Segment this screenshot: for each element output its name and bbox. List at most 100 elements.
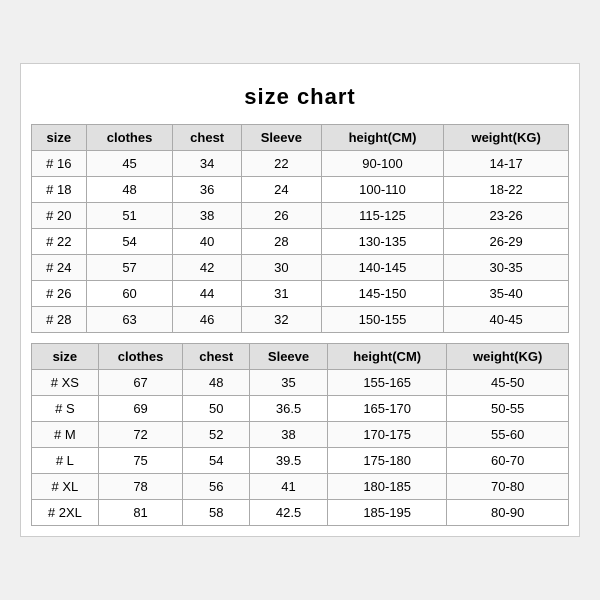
table1-header: sizeclotheschestSleeveheight(CM)weight(K… bbox=[32, 125, 569, 151]
table-row: # 22544028130-13526-29 bbox=[32, 229, 569, 255]
column-header: chest bbox=[173, 125, 241, 151]
table-row: # 20513826115-12523-26 bbox=[32, 203, 569, 229]
table-cell: 56 bbox=[183, 474, 250, 500]
column-header: height(CM) bbox=[328, 344, 447, 370]
table-cell: # 16 bbox=[32, 151, 87, 177]
table-cell: 46 bbox=[173, 307, 241, 333]
table-row: # 2XL815842.5185-19580-90 bbox=[32, 500, 569, 526]
table-cell: 38 bbox=[250, 422, 328, 448]
table-cell: 170-175 bbox=[328, 422, 447, 448]
table-cell: 36.5 bbox=[250, 396, 328, 422]
table-cell: 80-90 bbox=[447, 500, 569, 526]
table-row: # 26604431145-15035-40 bbox=[32, 281, 569, 307]
table-cell: # M bbox=[32, 422, 99, 448]
table-cell: 70-80 bbox=[447, 474, 569, 500]
column-header: clothes bbox=[86, 125, 173, 151]
table-cell: 44 bbox=[173, 281, 241, 307]
table-cell: 145-150 bbox=[321, 281, 443, 307]
column-header: Sleeve bbox=[241, 125, 321, 151]
table-row: # XL785641180-18570-80 bbox=[32, 474, 569, 500]
table-cell: 35 bbox=[250, 370, 328, 396]
table-cell: 54 bbox=[183, 448, 250, 474]
table-cell: 42.5 bbox=[250, 500, 328, 526]
table-cell: # XL bbox=[32, 474, 99, 500]
table-cell: 14-17 bbox=[444, 151, 569, 177]
table-cell: 26 bbox=[241, 203, 321, 229]
column-header: weight(KG) bbox=[447, 344, 569, 370]
table-cell: 30-35 bbox=[444, 255, 569, 281]
table-cell: # 24 bbox=[32, 255, 87, 281]
table-cell: 24 bbox=[241, 177, 321, 203]
size-table-2: sizeclotheschestSleeveheight(CM)weight(K… bbox=[31, 343, 569, 526]
table-cell: 115-125 bbox=[321, 203, 443, 229]
table-cell: 48 bbox=[183, 370, 250, 396]
column-header: Sleeve bbox=[250, 344, 328, 370]
table-cell: # 28 bbox=[32, 307, 87, 333]
table-row: # 24574230140-14530-35 bbox=[32, 255, 569, 281]
table-row: # L755439.5175-18060-70 bbox=[32, 448, 569, 474]
table-cell: 50 bbox=[183, 396, 250, 422]
table-cell: 78 bbox=[98, 474, 183, 500]
table-cell: 51 bbox=[86, 203, 173, 229]
column-header: size bbox=[32, 125, 87, 151]
table-cell: 30 bbox=[241, 255, 321, 281]
table-cell: 130-135 bbox=[321, 229, 443, 255]
table-cell: 58 bbox=[183, 500, 250, 526]
table-cell: # XS bbox=[32, 370, 99, 396]
table-row: # S695036.5165-17050-55 bbox=[32, 396, 569, 422]
column-header: chest bbox=[183, 344, 250, 370]
table-cell: 175-180 bbox=[328, 448, 447, 474]
table-cell: 54 bbox=[86, 229, 173, 255]
table-row: # 28634632150-15540-45 bbox=[32, 307, 569, 333]
table-cell: 36 bbox=[173, 177, 241, 203]
table-cell: # 20 bbox=[32, 203, 87, 229]
table-cell: 23-26 bbox=[444, 203, 569, 229]
table-cell: 38 bbox=[173, 203, 241, 229]
column-header: height(CM) bbox=[321, 125, 443, 151]
size-table-1: sizeclotheschestSleeveheight(CM)weight(K… bbox=[31, 124, 569, 333]
table-cell: # 22 bbox=[32, 229, 87, 255]
table-cell: 34 bbox=[173, 151, 241, 177]
table-cell: 72 bbox=[98, 422, 183, 448]
table-cell: 67 bbox=[98, 370, 183, 396]
table-cell: 180-185 bbox=[328, 474, 447, 500]
table-cell: 90-100 bbox=[321, 151, 443, 177]
table-cell: 35-40 bbox=[444, 281, 569, 307]
table-cell: 150-155 bbox=[321, 307, 443, 333]
chart-title: size chart bbox=[31, 74, 569, 124]
table-cell: # 18 bbox=[32, 177, 87, 203]
table-cell: 32 bbox=[241, 307, 321, 333]
table-cell: 69 bbox=[98, 396, 183, 422]
table-cell: 40 bbox=[173, 229, 241, 255]
table-cell: # S bbox=[32, 396, 99, 422]
table-cell: # 26 bbox=[32, 281, 87, 307]
table-cell: 22 bbox=[241, 151, 321, 177]
table-cell: 41 bbox=[250, 474, 328, 500]
table-cell: 140-145 bbox=[321, 255, 443, 281]
table-cell: 57 bbox=[86, 255, 173, 281]
table-cell: 165-170 bbox=[328, 396, 447, 422]
table-cell: 55-60 bbox=[447, 422, 569, 448]
table-cell: 100-110 bbox=[321, 177, 443, 203]
column-header: clothes bbox=[98, 344, 183, 370]
table-cell: 39.5 bbox=[250, 448, 328, 474]
table-cell: 52 bbox=[183, 422, 250, 448]
table-cell: # L bbox=[32, 448, 99, 474]
table-cell: 60 bbox=[86, 281, 173, 307]
table-cell: 40-45 bbox=[444, 307, 569, 333]
table-cell: # 2XL bbox=[32, 500, 99, 526]
section-divider bbox=[31, 333, 569, 343]
table-cell: 31 bbox=[241, 281, 321, 307]
table-cell: 63 bbox=[86, 307, 173, 333]
table-row: # 18483624100-11018-22 bbox=[32, 177, 569, 203]
table-cell: 26-29 bbox=[444, 229, 569, 255]
table-cell: 18-22 bbox=[444, 177, 569, 203]
table-cell: 60-70 bbox=[447, 448, 569, 474]
table-cell: 81 bbox=[98, 500, 183, 526]
column-header: size bbox=[32, 344, 99, 370]
table-cell: 45-50 bbox=[447, 370, 569, 396]
table-cell: 42 bbox=[173, 255, 241, 281]
table-row: # XS674835155-16545-50 bbox=[32, 370, 569, 396]
table-row: # M725238170-17555-60 bbox=[32, 422, 569, 448]
table-row: # 1645342290-10014-17 bbox=[32, 151, 569, 177]
